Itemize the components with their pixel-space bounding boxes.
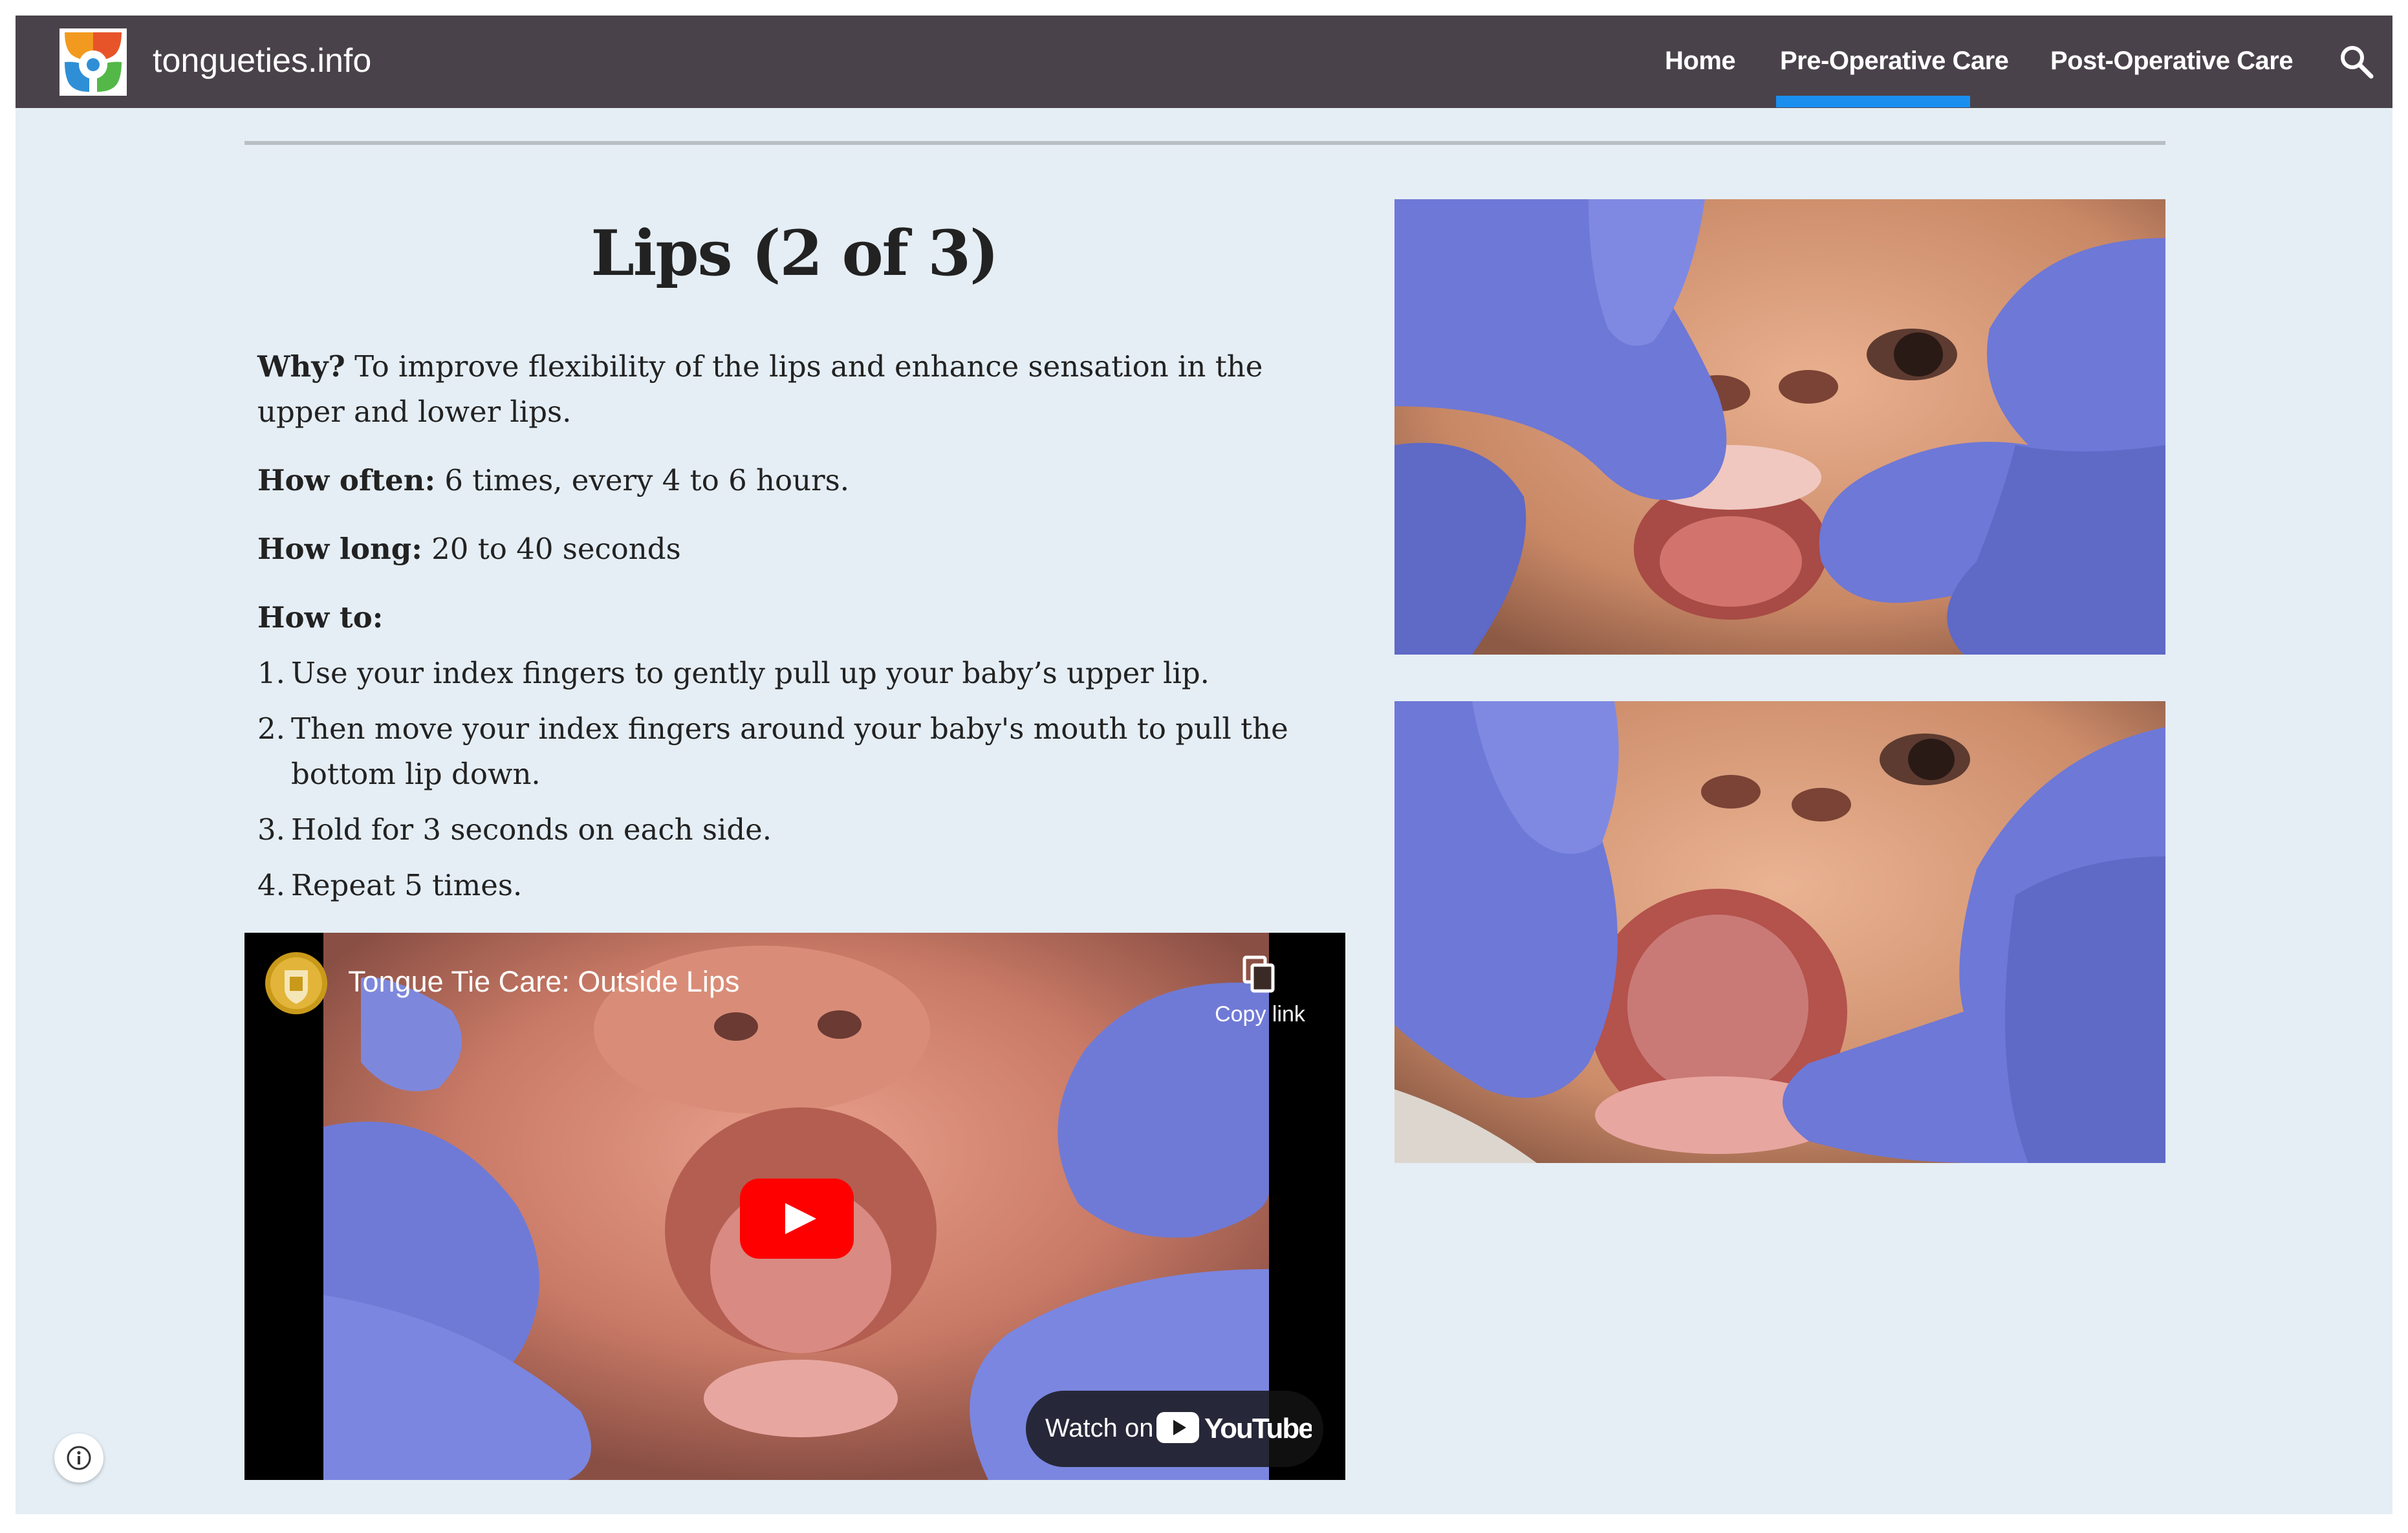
why-paragraph: Why? To improve flexibility of the lips … <box>257 344 1331 435</box>
photo-upper-lip-stretch <box>1394 199 2165 655</box>
why-text: To improve flexibility of the lips and e… <box>257 349 1263 429</box>
step-number: 2. <box>257 712 285 746</box>
nav-pre-operative-care[interactable]: Pre-Operative Care <box>1780 43 2009 79</box>
section-divider <box>244 141 2165 145</box>
how-often-label: How often: <box>257 463 436 497</box>
step-number: 1. <box>257 656 285 690</box>
copy-link-label[interactable]: Copy link <box>1209 1000 1310 1028</box>
how-often-paragraph: How often: 6 times, every 4 to 6 hours. <box>257 458 1331 503</box>
youtube-logo-icon[interactable]: YouTube <box>1156 1409 1312 1446</box>
how-to-heading: How to: <box>257 600 384 635</box>
site-name[interactable]: tongueties.info <box>153 40 371 82</box>
info-icon <box>67 1446 91 1470</box>
video-title[interactable]: Tongue Tie Care: Outside Lips <box>348 962 739 1001</box>
why-label: Why? <box>257 349 345 384</box>
search-icon[interactable] <box>2337 43 2375 80</box>
channel-avatar[interactable] <box>264 951 329 1016</box>
photo-lower-lip-stretch <box>1394 701 2165 1163</box>
step-text: Hold for 3 seconds on each side. <box>291 812 772 847</box>
page-frame: tongueties.info Home Pre-Operative Care … <box>16 16 2392 1514</box>
info-button[interactable] <box>54 1433 103 1483</box>
site-logo[interactable] <box>60 28 127 96</box>
watch-on-label[interactable]: Watch on <box>1045 1410 1153 1446</box>
step-text: Repeat 5 times. <box>291 868 523 902</box>
step-text: Use your index fingers to gently pull up… <box>291 656 1209 690</box>
step-number: 4. <box>257 868 285 902</box>
step-text: Then move your index fingers around your… <box>291 712 1288 791</box>
play-button[interactable] <box>740 1179 854 1259</box>
step-number: 3. <box>257 812 285 847</box>
nav-post-operative-care[interactable]: Post-Operative Care <box>2050 43 2294 79</box>
how-long-paragraph: How long: 20 to 40 seconds <box>257 527 1331 572</box>
nav-home[interactable]: Home <box>1665 43 1736 79</box>
how-long-label: How long: <box>257 532 422 566</box>
how-long-text: 20 to 40 seconds <box>422 532 681 566</box>
how-often-text: 6 times, every 4 to 6 hours. <box>435 463 850 497</box>
page-title: Lips (2 of 3) <box>591 217 999 290</box>
youtube-wordmark: YouTube <box>1204 1413 1312 1444</box>
top-navigation-bar: tongueties.info Home Pre-Operative Care … <box>16 16 2392 108</box>
active-nav-indicator <box>1776 96 1970 107</box>
copy-link-icon[interactable] <box>1242 955 1277 994</box>
embedded-video-player[interactable]: Tongue Tie Care: Outside Lips Copy link … <box>244 933 1345 1480</box>
